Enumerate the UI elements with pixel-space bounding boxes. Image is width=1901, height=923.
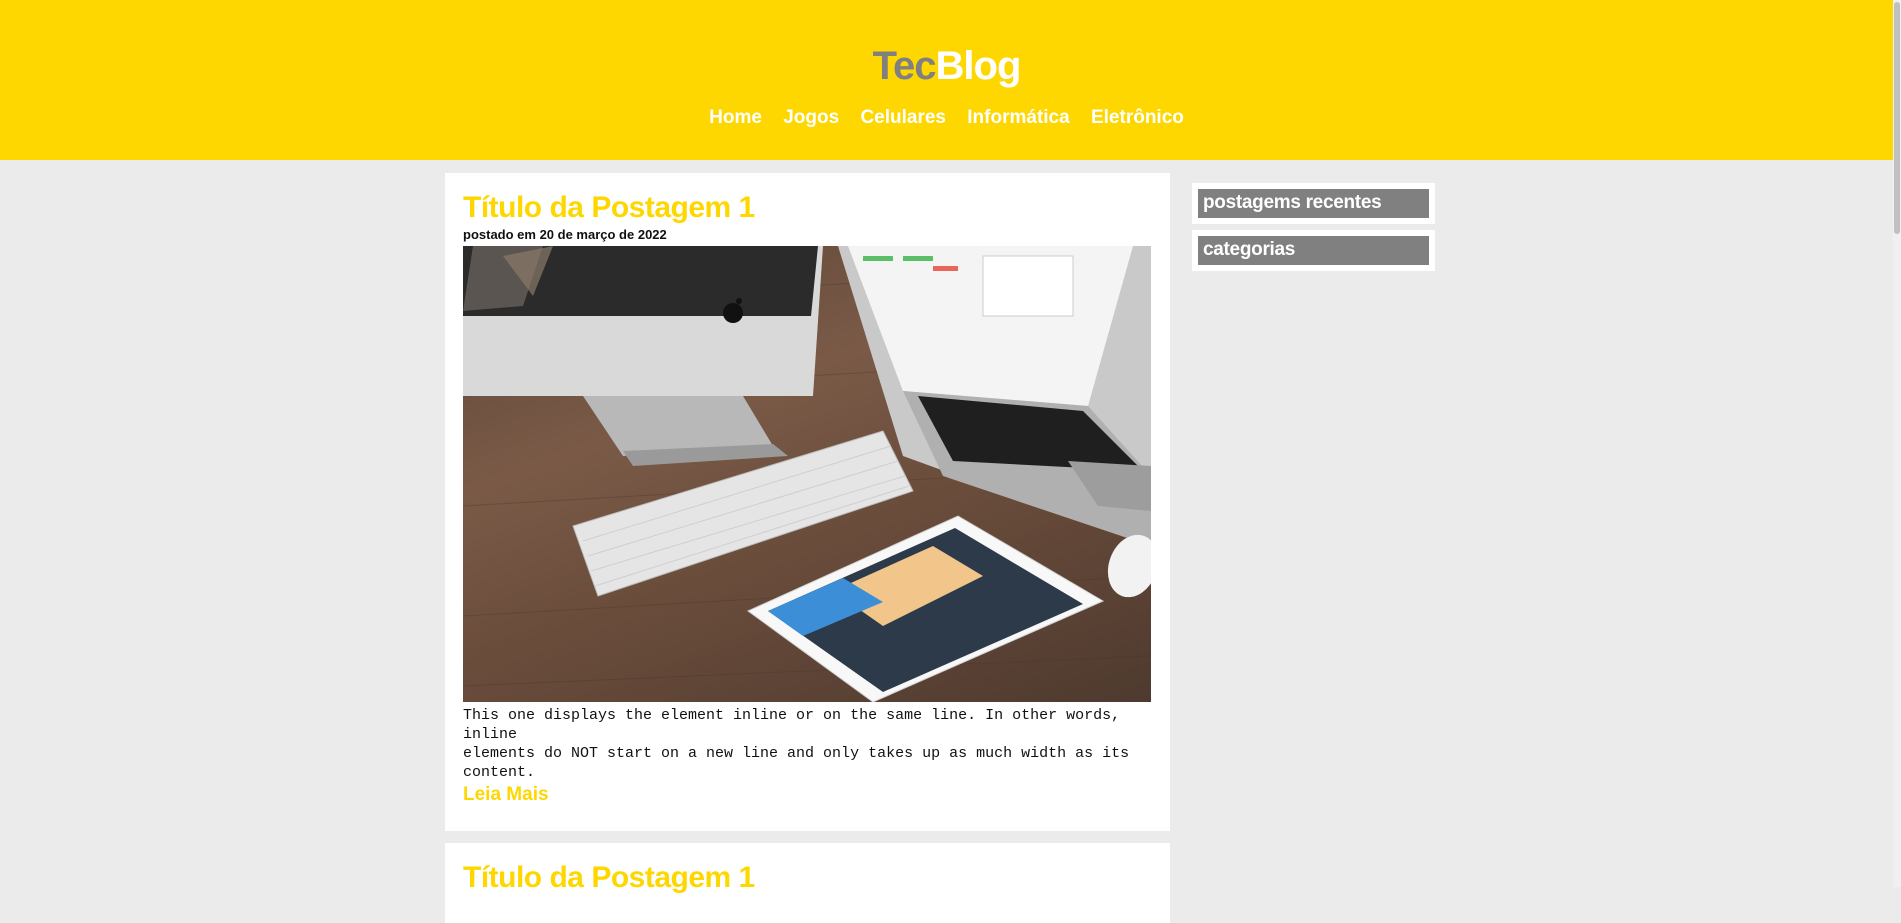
post-image bbox=[463, 246, 1151, 702]
nav-informatica[interactable]: Informática bbox=[967, 107, 1069, 128]
recent-posts-title: postagems recentes bbox=[1198, 189, 1429, 218]
logo-tec: Tec bbox=[872, 44, 937, 88]
main-nav: Home Jogos Celulares Informática Eletrôn… bbox=[0, 106, 1893, 130]
nav-jogos[interactable]: Jogos bbox=[783, 107, 839, 128]
read-more-link[interactable]: Leia Mais bbox=[463, 784, 549, 806]
post-card: Título da Postagem 1 postado em 20 de ma… bbox=[445, 173, 1170, 831]
recent-posts-widget: postagems recentes bbox=[1192, 183, 1435, 224]
site-logo[interactable]: TecBlog bbox=[0, 42, 1893, 90]
scrollbar[interactable] bbox=[1893, 0, 1901, 887]
nav-eletronico[interactable]: Eletrônico bbox=[1091, 107, 1184, 128]
sidebar: postagems recentes categorias bbox=[1192, 183, 1435, 277]
scrollbar-thumb[interactable] bbox=[1894, 2, 1900, 234]
post-date: postado em 20 de março de 2022 bbox=[463, 227, 667, 242]
logo-blog: Blog bbox=[935, 44, 1022, 88]
site-header: TecBlog Home Jogos Celulares Informática… bbox=[0, 0, 1893, 160]
nav-home[interactable]: Home bbox=[709, 107, 762, 128]
post-excerpt: This one displays the element inline or … bbox=[463, 707, 1130, 781]
post-title[interactable]: Título da Postagem 1 bbox=[463, 173, 1152, 225]
post-card: Título da Postagem 1 bbox=[445, 843, 1170, 923]
nav-celulares[interactable]: Celulares bbox=[860, 107, 946, 128]
categories-widget: categorias bbox=[1192, 230, 1435, 271]
post-title[interactable]: Título da Postagem 1 bbox=[463, 843, 1152, 895]
categories-title: categorias bbox=[1198, 236, 1429, 265]
